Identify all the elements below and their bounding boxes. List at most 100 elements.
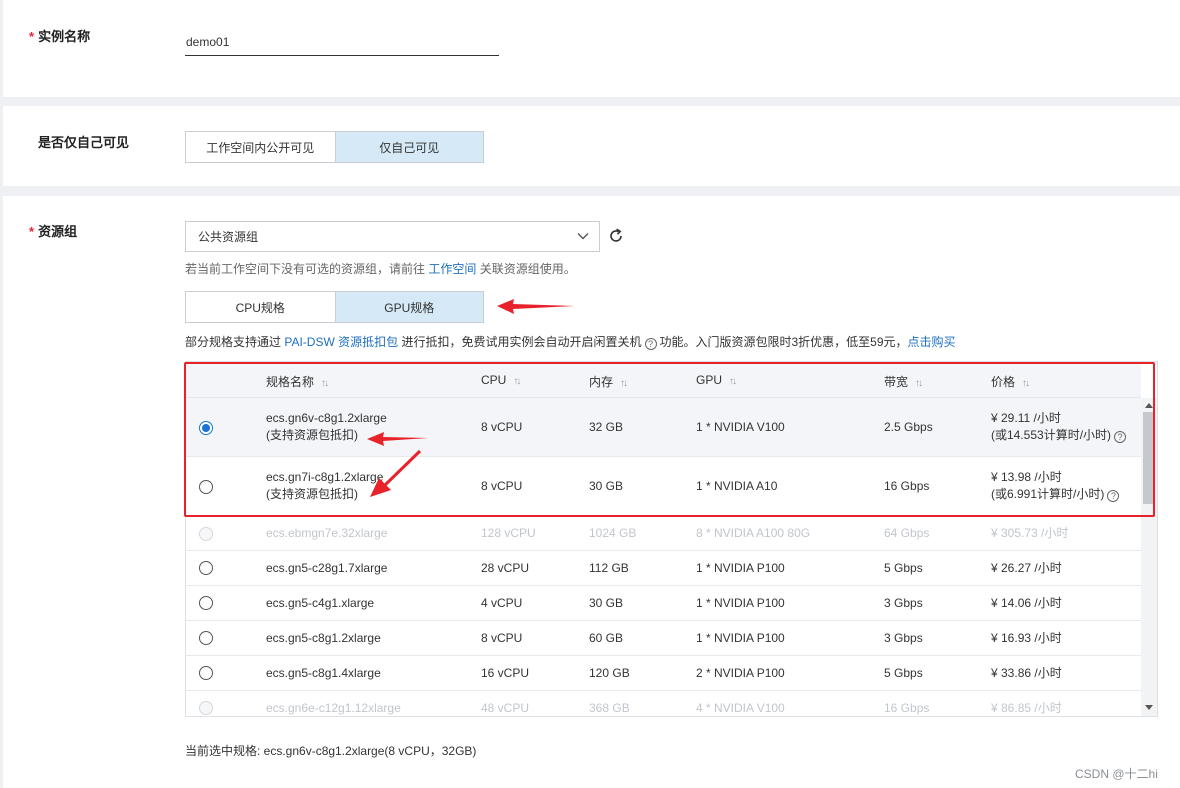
spec-name-cell: ecs.gn5-c28g1.7xlarge <box>266 561 388 575</box>
gpu-cell: 1 * NVIDIA A10 <box>696 479 778 493</box>
cpu-cell: 128 vCPU <box>481 526 536 540</box>
bandwidth-cell: 2.5 Gbps <box>884 420 933 434</box>
instance-name-panel: * 实例名称 <box>3 0 1180 97</box>
spec-table: 规格名称 ↑↓ CPU ↑↓ 内存 ↑↓ GPU ↑↓ 带宽 ↑↓ 价格 ↑↓ ecs.gn… <box>185 361 1158 717</box>
spec-table-header: 规格名称 ↑↓ CPU ↑↓ 内存 ↑↓ GPU ↑↓ 带宽 ↑↓ 价格 ↑↓ <box>186 362 1141 398</box>
promo-text: 部分规格支持通过 PAI-DSW 资源抵扣包 进行抵扣，免费试用实例会自动开启闲… <box>185 333 956 350</box>
tab-gpu-spec[interactable]: GPU规格 <box>334 292 483 322</box>
resource-group-panel: * 资源组 公共资源组 若当前工作空间下没有可选的资源组，请前往 工作空间 关联资… <box>3 196 1180 788</box>
cpu-cell: 8 vCPU <box>481 479 523 493</box>
row-radio[interactable] <box>199 631 213 645</box>
sort-icon[interactable]: ↑↓ <box>513 376 521 387</box>
column-header-bandwidth[interactable]: 带宽 ↑↓ <box>884 373 923 390</box>
memory-cell: 112 GB <box>589 561 629 575</box>
cpu-cell: 48 vCPU <box>481 701 530 715</box>
hint-prefix: 若当前工作空间下没有可选的资源组，请前往 <box>185 262 426 276</box>
gpu-cell: 1 * NVIDIA P100 <box>696 631 785 645</box>
gpu-cell: 2 * NVIDIA P100 <box>696 666 785 680</box>
bandwidth-cell: 16 Gbps <box>884 479 930 493</box>
bandwidth-cell: 16 Gbps <box>884 701 930 715</box>
sort-icon[interactable]: ↑↓ <box>915 378 923 389</box>
watermark: CSDN @十二hi <box>1075 767 1158 781</box>
instance-name-label: * 实例名称 <box>29 29 91 44</box>
row-radio[interactable] <box>199 561 213 575</box>
sort-icon[interactable]: ↑↓ <box>321 378 329 389</box>
tab-cpu-spec[interactable]: CPU规格 <box>186 292 335 322</box>
table-row[interactable]: ecs.gn5-c28g1.7xlarge 28 vCPU 112 GB 1 *… <box>186 551 1141 586</box>
table-row[interactable]: ecs.gn6v-c8g1.2xlarge (支持资源包抵扣) 8 vCPU 32… <box>186 398 1141 457</box>
help-icon[interactable]: ? <box>1114 431 1127 443</box>
spec-name-cell: ecs.gn6v-c8g1.2xlarge (支持资源包抵扣) <box>266 411 387 442</box>
spec-name-cell: ecs.gn7i-c8g1.2xlarge (支持资源包抵扣) <box>266 470 384 501</box>
bandwidth-cell: 5 Gbps <box>884 561 923 575</box>
current-selection-text: 当前选中规格: ecs.gn6v-c8g1.2xlarge(8 vCPU，32G… <box>185 744 477 758</box>
bandwidth-cell: 3 Gbps <box>884 596 923 610</box>
resource-group-selected-value: 公共资源组 <box>198 230 259 244</box>
refresh-icon[interactable] <box>607 227 625 245</box>
memory-cell: 120 GB <box>589 666 630 680</box>
table-row[interactable]: ecs.gn5-c4g1.xlarge 4 vCPU 30 GB 1 * NVI… <box>186 586 1141 621</box>
bandwidth-cell: 64 Gbps <box>884 526 930 540</box>
visibility-option-workspace[interactable]: 工作空间内公开可见 <box>186 132 335 162</box>
row-radio <box>199 527 213 541</box>
table-scrollbar-thumb[interactable] <box>1143 412 1155 504</box>
memory-cell: 30 GB <box>589 479 624 493</box>
spec-type-toggle: CPU规格 GPU规格 <box>185 291 484 323</box>
memory-cell: 1024 GB <box>589 526 637 540</box>
visibility-toggle: 工作空间内公开可见 仅自己可见 <box>185 131 484 163</box>
sort-icon[interactable]: ↑↓ <box>620 378 628 389</box>
spec-name-cell: ecs.gn5-c4g1.xlarge <box>266 596 375 610</box>
instance-name-input[interactable] <box>185 28 499 56</box>
table-row[interactable]: ecs.gn5-c8g1.2xlarge 8 vCPU 60 GB 1 * NV… <box>186 621 1141 656</box>
memory-cell: 60 GB <box>589 631 624 645</box>
help-icon[interactable]: ? <box>644 338 657 350</box>
chevron-down-icon <box>576 229 590 246</box>
cpu-cell: 4 vCPU <box>481 596 523 610</box>
row-radio[interactable] <box>199 480 213 494</box>
table-row: ecs.gn6e-c12g1.12xlarge 48 vCPU 368 GB 4… <box>186 691 1141 716</box>
spec-name-cell: ecs.gn6e-c12g1.12xlarge <box>266 701 401 715</box>
resource-group-hint: 若当前工作空间下没有可选的资源组，请前往 工作空间 关联资源组使用。 <box>185 260 576 277</box>
row-radio[interactable] <box>199 596 213 610</box>
resource-package-link[interactable]: PAI-DSW 资源抵扣包 <box>284 335 398 349</box>
row-radio[interactable] <box>199 421 213 435</box>
column-header-cpu[interactable]: CPU ↑↓ <box>481 373 521 387</box>
memory-cell: 30 GB <box>589 596 624 610</box>
row-radio <box>199 701 213 715</box>
visibility-panel: 是否仅自己可见 工作空间内公开可见 仅自己可见 <box>3 106 1180 186</box>
visibility-option-self-only[interactable]: 仅自己可见 <box>334 132 483 162</box>
gpu-cell: 4 * NVIDIA V100 <box>696 701 785 715</box>
resource-group-select[interactable]: 公共资源组 <box>185 221 600 252</box>
cpu-cell: 16 vCPU <box>481 666 530 680</box>
table-row[interactable]: ecs.gn5-c8g1.4xlarge 16 vCPU 120 GB 2 * … <box>186 656 1141 691</box>
spec-name-cell: ecs.gn5-c8g1.4xlarge <box>266 666 381 680</box>
sort-icon[interactable]: ↑↓ <box>729 376 737 387</box>
memory-cell: 368 GB <box>589 701 630 715</box>
price-cell: ¥ 26.27 /小时 <box>991 561 1062 575</box>
cpu-cell: 28 vCPU <box>481 561 530 575</box>
workspace-link[interactable]: 工作空间 <box>428 262 476 276</box>
table-row: ecs.ebmgn7e.32xlarge 128 vCPU 1024 GB 8 … <box>186 517 1141 551</box>
sort-icon[interactable]: ↑↓ <box>1022 378 1030 389</box>
buy-link[interactable]: 点击购买 <box>908 335 956 349</box>
column-header-name[interactable]: 规格名称 ↑↓ <box>266 373 329 390</box>
gpu-cell: 8 * NVIDIA A100 80G <box>696 526 811 540</box>
row-radio[interactable] <box>199 666 213 680</box>
resource-group-label: * 资源组 <box>29 224 78 239</box>
cpu-cell: 8 vCPU <box>481 420 523 434</box>
price-cell: ¥ 33.86 /小时 <box>991 666 1062 680</box>
scroll-up-icon[interactable] <box>1145 403 1153 408</box>
scroll-down-icon[interactable] <box>1145 705 1153 710</box>
price-cell: ¥ 16.93 /小时 <box>991 631 1062 645</box>
bandwidth-cell: 3 Gbps <box>884 631 923 645</box>
table-row[interactable]: ecs.gn7i-c8g1.2xlarge (支持资源包抵扣) 8 vCPU 30… <box>186 457 1141 517</box>
column-header-gpu[interactable]: GPU ↑↓ <box>696 373 737 387</box>
promo-middle: 进行抵扣，免费试用实例会自动开启闲置关机 <box>401 335 642 349</box>
column-header-memory[interactable]: 内存 ↑↓ <box>589 373 628 390</box>
promo-prefix: 部分规格支持通过 <box>185 335 282 349</box>
column-header-price[interactable]: 价格 ↑↓ <box>991 373 1030 390</box>
help-icon[interactable]: ? <box>1107 490 1120 502</box>
bandwidth-cell: 5 Gbps <box>884 666 923 680</box>
price-cell: ¥ 29.11 /小时 (或14.553计算时/小时)? <box>991 410 1129 444</box>
cpu-cell: 8 vCPU <box>481 631 523 645</box>
